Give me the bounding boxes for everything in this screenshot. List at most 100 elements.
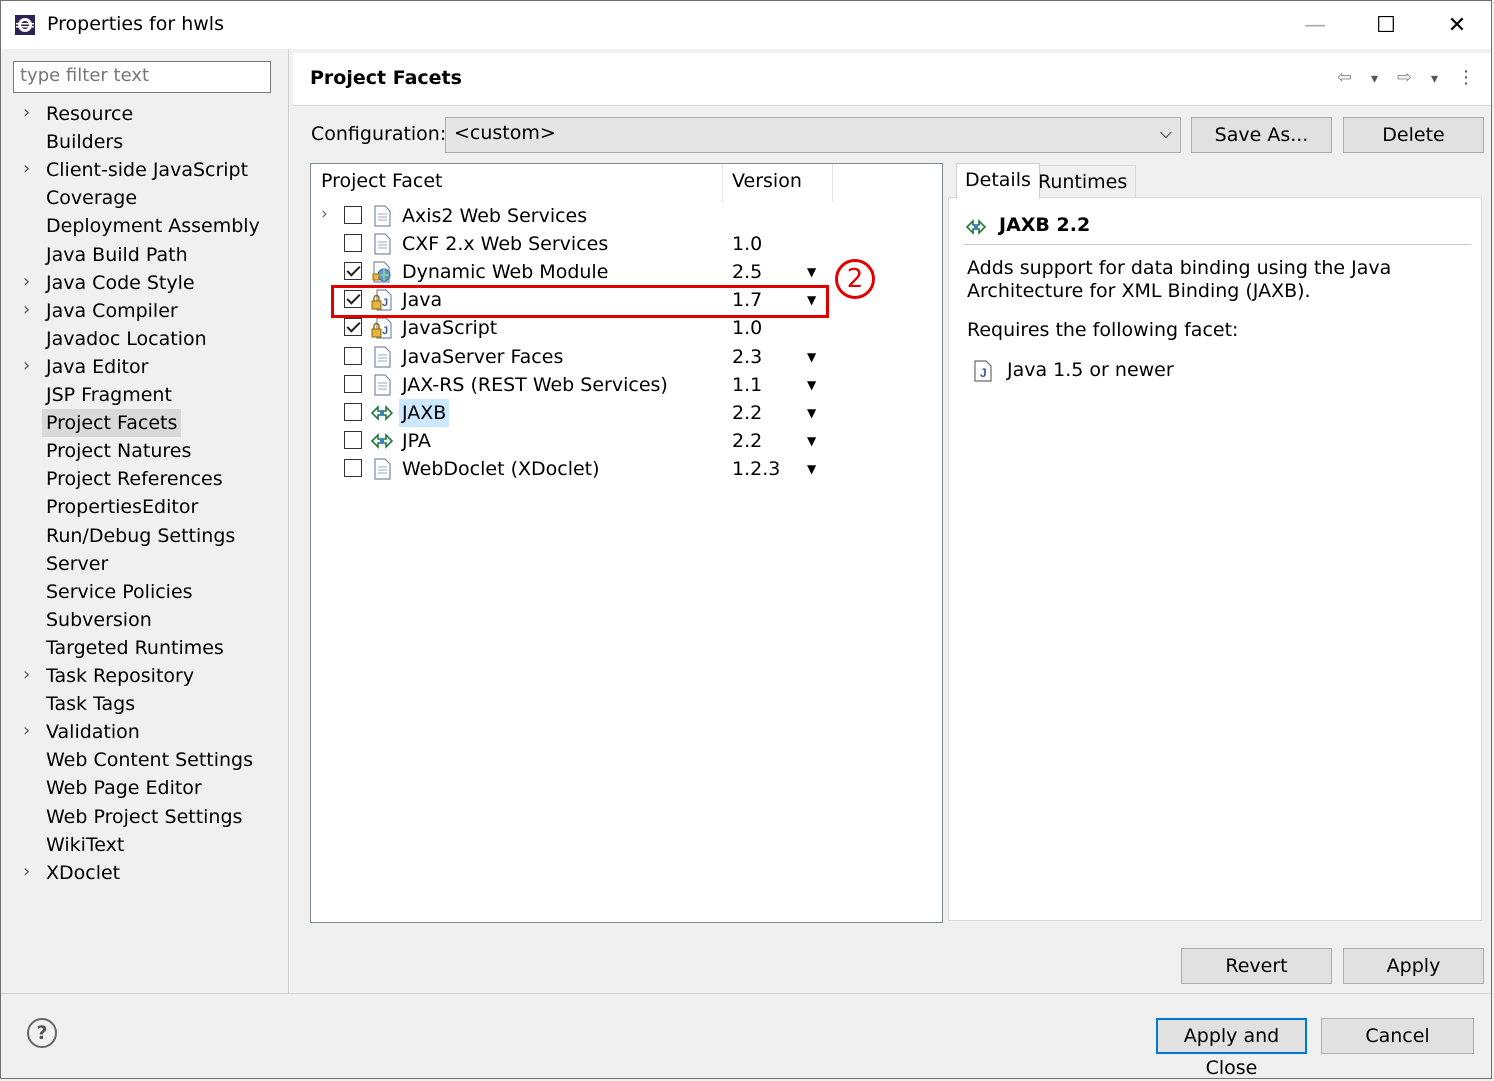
sidebar-item[interactable]: Targeted Runtimes [1,634,287,662]
facet-version[interactable]: 1.0 [732,314,762,342]
close-button[interactable]: ✕ [1429,5,1485,45]
facet-version[interactable]: 1.1 [732,371,762,399]
sidebar-item[interactable]: Project References [1,465,287,493]
version-dropdown-icon[interactable]: ▼ [807,429,816,453]
minimize-button[interactable]: — [1287,5,1343,45]
sidebar-item[interactable]: Java Build Path [1,241,287,269]
chevron-right-icon[interactable]: › [23,102,30,123]
sidebar-item[interactable]: › Resource [1,100,287,128]
facet-checkbox[interactable] [344,206,362,224]
sidebar-item[interactable]: Subversion [1,606,287,634]
chevron-right-icon[interactable]: › [23,271,30,292]
facet-checkbox[interactable] [344,234,362,253]
facet-version[interactable]: 2.2 [732,427,762,455]
tab-runtimes[interactable]: Runtimes [1029,165,1137,199]
facet-row[interactable]: JavaServer Faces 2.3 ▼ [311,343,941,371]
chevron-right-icon[interactable]: › [23,861,30,882]
facet-version[interactable]: 2.3 [732,343,762,371]
sidebar-item[interactable]: › Task Repository [1,662,287,690]
facet-row[interactable]: JAXB 2.2 ▼ [311,398,941,427]
maximize-button[interactable]: ☐ [1358,5,1414,45]
facet-name: JavaServer Faces [402,345,564,368]
facet-checkbox[interactable] [344,346,362,365]
tab-details[interactable]: Details [956,163,1040,199]
facet-version[interactable]: 2.2 [732,399,762,427]
facet-version[interactable]: 1.2.3 [732,455,780,483]
sidebar-item[interactable]: › Java Editor [1,353,287,381]
chevron-right-icon[interactable]: › [23,299,30,320]
configuration-combo[interactable]: <custom> ⌵ [445,117,1181,153]
facet-checkbox[interactable] [344,318,362,337]
column-header-facet[interactable]: Project Facet [321,170,442,192]
details-panel: JAXB 2.2 Adds support for data binding u… [948,197,1482,921]
sidebar-item[interactable]: Deployment Assembly [1,212,287,240]
sidebar-item[interactable]: › Validation [1,718,287,746]
forward-dropdown-icon[interactable]: ▾ [1431,71,1438,87]
page-header: Project Facets ⇦ ▾ ⇨ ▾ ⋮ [293,53,1491,106]
binding-icon [370,402,394,424]
version-dropdown-icon[interactable]: ▼ [807,345,816,369]
version-dropdown-icon[interactable]: ▼ [807,373,816,397]
sidebar-item[interactable]: Project Natures [1,437,287,465]
help-icon[interactable]: ? [27,1018,57,1048]
jaxb-bind-icon [965,219,987,235]
sidebar-item[interactable]: Server [1,550,287,578]
facet-name: JAX-RS (REST Web Services) [402,373,668,396]
sidebar-item[interactable]: Task Tags [1,690,287,718]
sidebar-item[interactable]: Web Project Settings [1,803,287,831]
facet-checkbox[interactable] [344,262,362,281]
forward-arrow-icon[interactable]: ⇨ [1397,67,1412,88]
apply-and-close-button[interactable]: Apply and Close [1156,1018,1307,1078]
facet-row[interactable]: WebDoclet (XDoclet) 1.2.3 ▼ [311,455,941,483]
sidebar-item[interactable]: Run/Debug Settings [1,522,287,550]
facet-version[interactable]: 1.0 [732,230,762,258]
facet-checkbox[interactable] [344,374,362,393]
sidebar-item[interactable]: PropertiesEditor [1,493,287,521]
back-arrow-icon[interactable]: ⇦ [1337,67,1352,88]
sidebar-item[interactable]: Web Content Settings [1,746,287,774]
annotation-highlight-box [331,285,829,318]
sidebar-item[interactable]: Project Facets [1,409,287,438]
revert-button[interactable]: Revert [1181,948,1332,984]
sidebar-item[interactable]: Coverage [1,184,287,212]
back-dropdown-icon[interactable]: ▾ [1371,71,1378,87]
sidebar-item[interactable]: WikiText [1,831,287,859]
chevron-right-icon[interactable]: › [321,204,328,224]
sidebar-item[interactable]: Javadoc Location [1,325,287,353]
version-dropdown-icon[interactable]: ▼ [807,260,816,284]
facet-name: JAXB [399,398,450,427]
sidebar-item[interactable]: › Java Compiler [1,297,287,325]
view-menu-icon[interactable]: ⋮ [1457,67,1475,88]
chevron-right-icon[interactable]: › [23,720,30,741]
sash-divider[interactable] [288,49,289,993]
sidebar-item[interactable]: › Java Code Style [1,269,287,297]
facet-row[interactable]: JPA 2.2 ▼ [311,427,941,455]
column-header-version[interactable]: Version [732,170,802,192]
facet-checkbox[interactable] [344,430,362,449]
sidebar-item-label: Validation [46,721,140,744]
delete-button[interactable]: Delete [1343,117,1484,153]
facet-version[interactable]: 2.5 [732,258,762,286]
facet-row[interactable]: CXF 2.x Web Services 1.0 [311,230,941,258]
facet-checkbox[interactable] [344,402,362,421]
properties-dialog: Properties for hwls — ☐ ✕ type filter te… [0,0,1492,1079]
facet-row[interactable]: J JavaScript 1.0 [311,314,941,342]
sidebar-item[interactable]: JSP Fragment [1,381,287,409]
sidebar-item[interactable]: Builders [1,128,287,156]
version-dropdown-icon[interactable]: ▼ [807,401,816,425]
sidebar-item[interactable]: Service Policies [1,578,287,606]
chevron-right-icon[interactable]: › [23,664,30,685]
facet-row[interactable]: › Axis2 Web Services [311,202,941,230]
version-dropdown-icon[interactable]: ▼ [807,457,816,481]
sidebar-item[interactable]: › Client-side JavaScript [1,156,287,184]
chevron-right-icon[interactable]: › [23,355,30,376]
facet-row[interactable]: JAX-RS (REST Web Services) 1.1 ▼ [311,371,941,399]
sidebar-item[interactable]: › XDoclet [1,859,287,887]
cancel-button[interactable]: Cancel [1321,1018,1474,1054]
filter-input[interactable]: type filter text [13,61,271,93]
save-as-button[interactable]: Save As... [1191,117,1332,153]
facet-checkbox[interactable] [344,458,362,477]
apply-button[interactable]: Apply [1343,948,1484,984]
sidebar-item[interactable]: Web Page Editor [1,774,287,802]
chevron-right-icon[interactable]: › [23,158,30,179]
